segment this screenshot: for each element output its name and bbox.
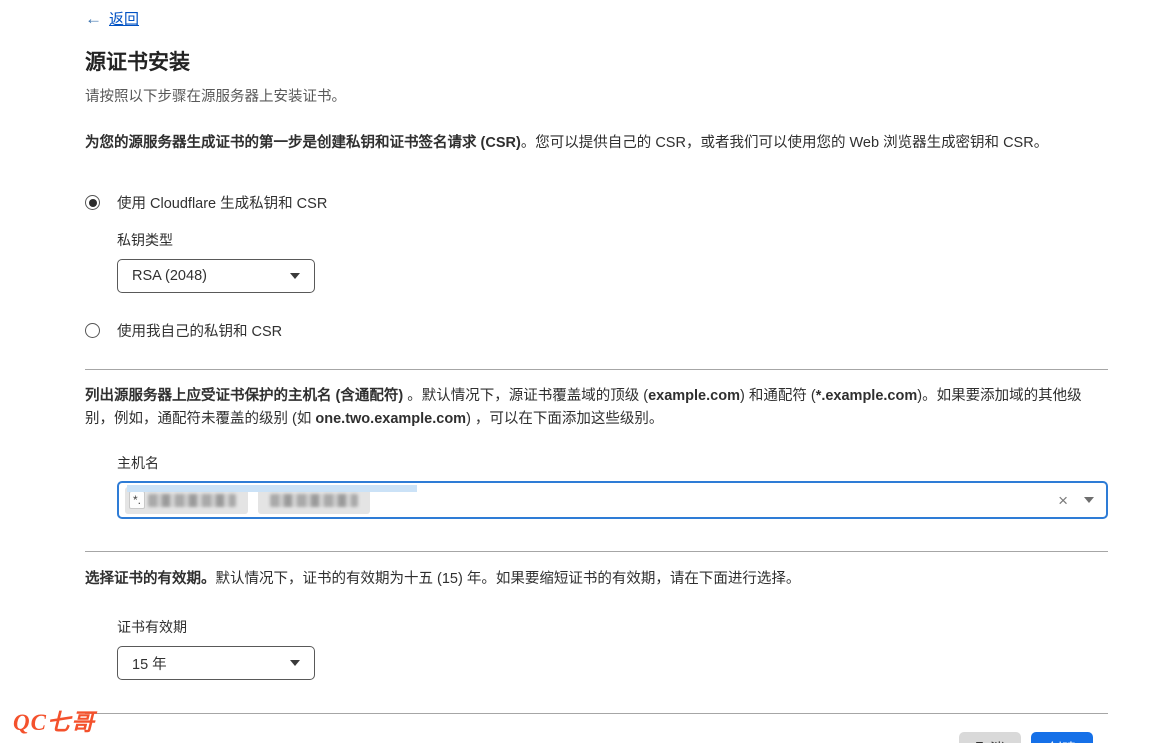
cancel-button[interactable]: 取消 xyxy=(959,732,1021,743)
section-divider xyxy=(85,551,1108,552)
chevron-down-icon xyxy=(290,660,300,666)
hostname-multiselect-input[interactable]: *. × xyxy=(117,481,1108,519)
back-link[interactable]: 返回 xyxy=(109,8,139,29)
section-divider xyxy=(85,369,1108,370)
private-key-type-select[interactable]: RSA (2048) xyxy=(117,259,315,293)
private-key-type-value: RSA (2048) xyxy=(132,268,207,284)
masked-hostname-text xyxy=(148,494,236,507)
radio-button-unselected-icon[interactable] xyxy=(85,323,100,338)
footer-actions: 取消 创建 xyxy=(85,732,1108,743)
page-title: 源证书安装 xyxy=(85,46,1108,76)
watermark: QC七哥 xyxy=(13,703,95,737)
radio-option-cloudflare-label: 使用 Cloudflare 生成私钥和 CSR xyxy=(117,192,327,213)
validity-bold-text: 选择证书的有效期。 xyxy=(85,571,216,587)
hostname-label: 主机名 xyxy=(117,453,1108,473)
radio-button-selected-icon[interactable] xyxy=(85,195,100,210)
origin-cert-install-page: ← 返回 源证书安装 请按照以下步骤在源服务器上安装证书。 为您的源服务器生成证… xyxy=(0,0,1167,743)
validity-paragraph: 选择证书的有效期。默认情况下，证书的有效期为十五 (15) 年。如果要缩短证书的… xyxy=(85,568,1108,591)
intro-rest-text: 。您可以提供自己的 CSR，或者我们可以使用您的 Web 浏览器生成密钥和 CS… xyxy=(521,135,1048,151)
private-key-type-label: 私钥类型 xyxy=(117,230,1108,250)
hostnames-paragraph: 列出源服务器上应受证书保护的主机名 (含通配符) 。默认情况下，源证书覆盖域的顶… xyxy=(85,385,1108,431)
page-subtitle: 请按照以下步骤在源服务器上安装证书。 xyxy=(85,85,1108,106)
chevron-down-icon[interactable] xyxy=(1084,497,1094,503)
create-button[interactable]: 创建 xyxy=(1031,732,1093,743)
cert-validity-label: 证书有效期 xyxy=(117,617,1108,637)
intro-bold-text: 为您的源服务器生成证书的第一步是创建私钥和证书签名请求 (CSR) xyxy=(85,135,521,151)
back-navigation[interactable]: ← 返回 xyxy=(85,8,1108,29)
cert-validity-select[interactable]: 15 年 xyxy=(117,646,315,680)
validity-rest-text: 默认情况下，证书的有效期为十五 (15) 年。如果要缩短证书的有效期，请在下面进… xyxy=(216,571,801,587)
masked-hostname-text xyxy=(270,494,358,507)
back-arrow-icon[interactable]: ← xyxy=(85,10,102,27)
radio-option-cloudflare-csr[interactable]: 使用 Cloudflare 生成私钥和 CSR xyxy=(85,192,1108,213)
chevron-down-icon xyxy=(290,273,300,279)
wildcard-prefix: *. xyxy=(129,491,145,509)
clear-icon[interactable]: × xyxy=(1058,492,1068,509)
selection-highlight xyxy=(127,485,417,492)
radio-option-own-csr[interactable]: 使用我自己的私钥和 CSR xyxy=(85,320,1108,341)
radio-option-own-label: 使用我自己的私钥和 CSR xyxy=(117,320,282,341)
intro-paragraph: 为您的源服务器生成证书的第一步是创建私钥和证书签名请求 (CSR)。您可以提供自… xyxy=(85,132,1108,155)
footer-divider xyxy=(85,713,1108,714)
cert-validity-value: 15 年 xyxy=(132,653,167,674)
